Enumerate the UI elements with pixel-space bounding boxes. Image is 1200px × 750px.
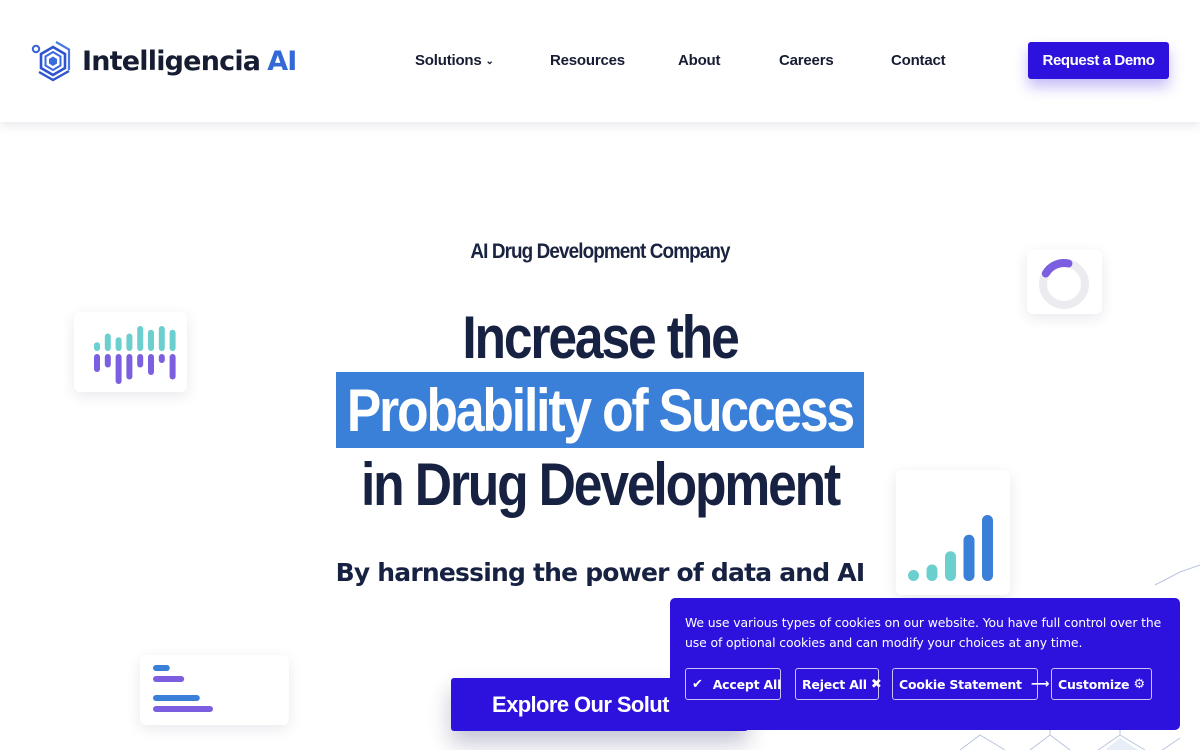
logo-suffix: AI — [267, 45, 297, 77]
hbar — [153, 706, 213, 712]
customize-label: Customize — [1058, 676, 1130, 692]
accept-all-label: Accept All — [712, 676, 782, 692]
nav-contact[interactable]: Contact — [891, 52, 946, 69]
gear-icon: ⚙ — [1133, 676, 1146, 692]
nav-careers[interactable]: Careers — [779, 52, 834, 69]
hbar-chart-card — [140, 655, 289, 725]
nav-solutions[interactable]: Solutions ⌄ — [415, 52, 494, 69]
logo-name: Intelligencia — [82, 45, 261, 77]
logo-wordmark: Intelligencia AI — [82, 46, 297, 77]
request-demo-button[interactable]: Request a Demo — [1028, 42, 1169, 79]
headline-line-3: in Drug Development — [360, 451, 841, 518]
cookie-statement-label: Cookie Statement — [899, 676, 1022, 692]
cookie-statement-button[interactable]: Cookie Statement ⟶ — [892, 668, 1049, 700]
cookie-message: We use various types of cookies on our w… — [685, 615, 1162, 650]
cookie-banner: We use various types of cookies on our w… — [670, 598, 1180, 730]
hbar — [153, 695, 200, 701]
chevron-down-icon: ⌄ — [485, 56, 494, 67]
nav-resources[interactable]: Resources — [550, 52, 625, 69]
hero-eyebrow: AI Drug Development Company — [470, 240, 730, 263]
x-icon: ✖ — [870, 676, 882, 692]
horizontal-bars-icon — [153, 665, 213, 712]
reject-all-label: Reject All — [802, 676, 867, 692]
headline-line-1: Increase the — [462, 304, 740, 371]
logo[interactable]: Intelligencia AI — [30, 37, 297, 85]
site-header: Intelligencia AI Solutions ⌄ Resources Abo… — [0, 0, 1200, 122]
logo-hexagon-icon — [31, 41, 71, 82]
nav-about[interactable]: About — [678, 52, 721, 69]
accept-all-button[interactable]: ✔ Accept All — [685, 668, 781, 700]
reject-all-button[interactable]: Reject All ✖ — [795, 668, 882, 700]
hbar — [153, 665, 170, 671]
customize-button[interactable]: Customize ⚙ — [1051, 668, 1152, 700]
arrow-right-icon: ⟶ — [1030, 676, 1050, 692]
check-icon: ✔ — [692, 676, 703, 692]
headline-highlight: Probability of Success — [346, 377, 855, 444]
nav-solutions-label: Solutions — [415, 52, 482, 69]
hbar — [153, 676, 185, 682]
